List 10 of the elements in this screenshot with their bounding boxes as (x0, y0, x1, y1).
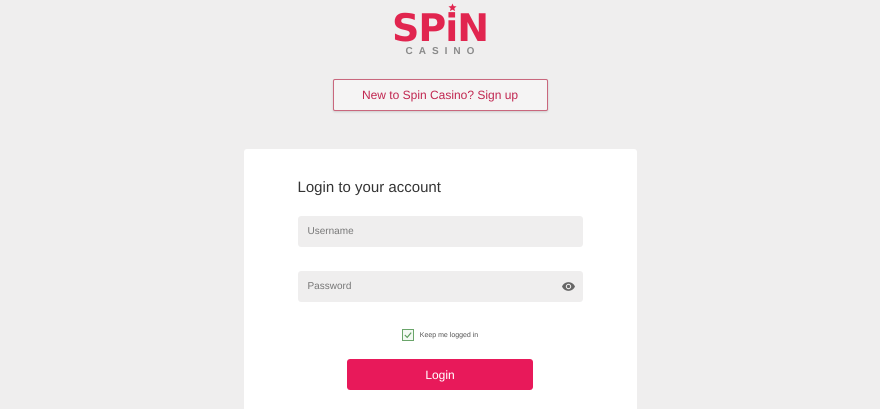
username-field[interactable]: Username (298, 216, 582, 247)
keep-logged-in-checkbox[interactable] (402, 329, 414, 341)
signup-button[interactable]: New to Spin Casino? Sign up (332, 79, 548, 111)
login-title: Login to your account (298, 179, 442, 196)
eye-icon[interactable] (562, 282, 574, 291)
logo-subtitle: CASINO (406, 46, 480, 58)
star-icon (448, 3, 457, 12)
password-field[interactable]: Password (298, 271, 582, 302)
login-button[interactable]: Login (347, 359, 533, 390)
logo-wordmark: SPiN (392, 10, 488, 46)
